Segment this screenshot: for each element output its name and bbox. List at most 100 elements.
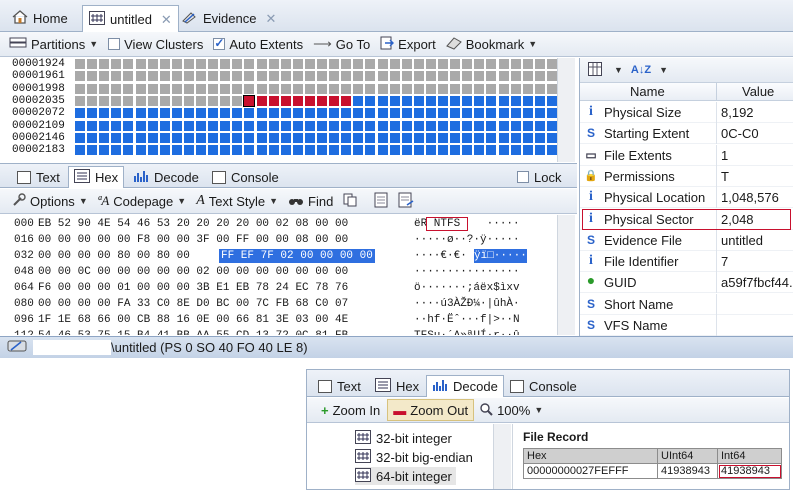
cluster-cell[interactable]	[183, 95, 194, 106]
cluster-cell[interactable]	[462, 132, 473, 143]
property-row[interactable]: i File Identifier 7	[580, 251, 793, 273]
cluster-cell[interactable]	[413, 120, 424, 131]
cluster-cell[interactable]	[123, 108, 134, 119]
hex-bytes[interactable]: 00 00 00 00 00 F8 00 00 3F 00 FF 00 00 0…	[38, 232, 348, 248]
property-row[interactable]: ● GUID a59f7fbcf44.	[580, 272, 793, 294]
cluster-cell[interactable]	[232, 132, 243, 143]
cluster-cell[interactable]	[365, 95, 376, 106]
cluster-cell[interactable]	[510, 71, 521, 82]
cluster-cell[interactable]	[546, 108, 557, 119]
cluster-cell[interactable]	[75, 145, 85, 156]
tree-item-32-bit-integer[interactable]: 32-bit integer	[355, 429, 452, 447]
cluster-cell[interactable]	[317, 83, 327, 94]
chevron-down-icon[interactable]: ▼	[659, 65, 668, 75]
cluster-cell[interactable]	[341, 59, 352, 69]
cluster-cell[interactable]	[99, 145, 110, 156]
cluster-cell[interactable]	[196, 71, 206, 82]
cluster-cell[interactable]	[486, 108, 497, 119]
cluster-cell[interactable]	[401, 120, 412, 131]
cluster-cell[interactable]	[268, 59, 279, 69]
hex-selection[interactable]: FF EF 7F 02 00 00 00 00	[219, 249, 375, 263]
cluster-cell[interactable]	[171, 59, 182, 69]
cluster-cell[interactable]	[99, 132, 110, 143]
cluster-cell[interactable]	[389, 108, 400, 119]
cluster-cell[interactable]	[171, 132, 182, 143]
cluster-cell[interactable]	[498, 108, 509, 119]
cluster-cell[interactable]	[365, 145, 376, 156]
cluster-cell[interactable]	[522, 71, 533, 82]
cluster-cell[interactable]	[486, 59, 497, 69]
cluster-cell[interactable]	[389, 120, 400, 131]
cluster-cell[interactable]	[401, 59, 412, 69]
cluster-cell[interactable]	[413, 132, 424, 143]
cluster-cell[interactable]	[510, 120, 521, 131]
tab-evidence[interactable]: Evidence ✕	[176, 5, 282, 32]
cluster-cell[interactable]	[183, 108, 194, 119]
cluster-cell[interactable]	[462, 145, 473, 156]
cluster-cell[interactable]	[474, 120, 485, 131]
hex-text-selection[interactable]: ÿï□·····	[474, 249, 527, 263]
cluster-cell[interactable]	[292, 83, 303, 94]
cluster-cell[interactable]	[353, 132, 364, 143]
tree-scrollbar[interactable]	[493, 424, 511, 489]
cluster-cell[interactable]	[232, 95, 243, 106]
cluster-cell[interactable]	[389, 145, 400, 156]
cluster-cell[interactable]	[75, 71, 85, 82]
cluster-cell[interactable]	[486, 132, 497, 143]
cluster-cell[interactable]	[268, 108, 279, 119]
chevron-down-icon[interactable]: ▼	[614, 65, 623, 75]
cluster-cell[interactable]	[208, 132, 219, 143]
codepage-button[interactable]: ªA Codepage ▼	[93, 190, 191, 212]
cluster-cell[interactable]	[304, 145, 315, 156]
cluster-cell[interactable]	[268, 145, 279, 156]
cluster-cell[interactable]	[413, 108, 424, 119]
cluster-cell[interactable]	[341, 95, 352, 106]
cluster-cell[interactable]	[365, 71, 376, 82]
bookmark-button[interactable]: Bookmark ▼	[441, 33, 542, 55]
cluster-map[interactable]: 00001924 00001961 00001998 00002035 0000…	[0, 58, 577, 162]
cluster-cell[interactable]	[111, 71, 122, 82]
cluster-cell[interactable]	[280, 108, 291, 119]
property-row[interactable]: S Starting Extent 0C-C0	[580, 123, 793, 145]
cluster-cell[interactable]	[462, 108, 473, 119]
cluster-cell[interactable]	[546, 120, 557, 131]
cluster-cell[interactable]	[353, 83, 364, 94]
cluster-cell[interactable]	[183, 71, 194, 82]
cluster-cell[interactable]	[123, 71, 134, 82]
column-header-name[interactable]: Name	[630, 84, 665, 99]
cluster-cell[interactable]	[546, 95, 557, 106]
cluster-cell[interactable]	[171, 83, 182, 94]
cluster-cell[interactable]	[99, 59, 110, 69]
cluster-cell[interactable]	[510, 145, 521, 156]
cluster-cell[interactable]	[329, 95, 340, 106]
cluster-cell[interactable]	[123, 83, 134, 94]
cluster-cell[interactable]	[329, 71, 340, 82]
cluster-cell[interactable]	[292, 95, 303, 106]
cluster-cell[interactable]	[450, 83, 461, 94]
cluster-cell[interactable]	[341, 71, 352, 82]
hex-bytes[interactable]: 54 46 53 75 15 B4 41 BB AA 55 CD 13 72 0…	[38, 328, 348, 335]
checkbox-box[interactable]	[517, 171, 529, 183]
tab-untitled[interactable]: untitled ✕	[82, 5, 179, 33]
cluster-cell[interactable]	[123, 95, 134, 106]
cluster-cell[interactable]	[256, 132, 267, 143]
cluster-cell[interactable]	[123, 145, 134, 156]
cluster-cell[interactable]	[183, 145, 194, 156]
cluster-cell[interactable]	[438, 83, 448, 94]
cluster-cell[interactable]	[256, 95, 267, 106]
lock-checkbox[interactable]: Lock	[512, 166, 566, 188]
cluster-cell[interactable]	[522, 120, 533, 131]
cluster-cell[interactable]	[292, 145, 303, 156]
hex-bytes[interactable]: 00 00 0C 00 00 00 00 00 02 00 00 00 00 0…	[38, 264, 348, 280]
cluster-cell[interactable]	[123, 59, 134, 69]
cluster-cell[interactable]	[486, 71, 497, 82]
cluster-cell[interactable]	[450, 59, 461, 69]
cluster-cell[interactable]	[438, 120, 448, 131]
cluster-cell[interactable]	[220, 83, 231, 94]
cluster-cell[interactable]	[304, 132, 315, 143]
cluster-cell[interactable]	[232, 71, 243, 82]
cluster-cell[interactable]	[462, 120, 473, 131]
cluster-cell[interactable]	[401, 83, 412, 94]
cluster-cell[interactable]	[147, 120, 158, 131]
cluster-cell[interactable]	[256, 108, 267, 119]
